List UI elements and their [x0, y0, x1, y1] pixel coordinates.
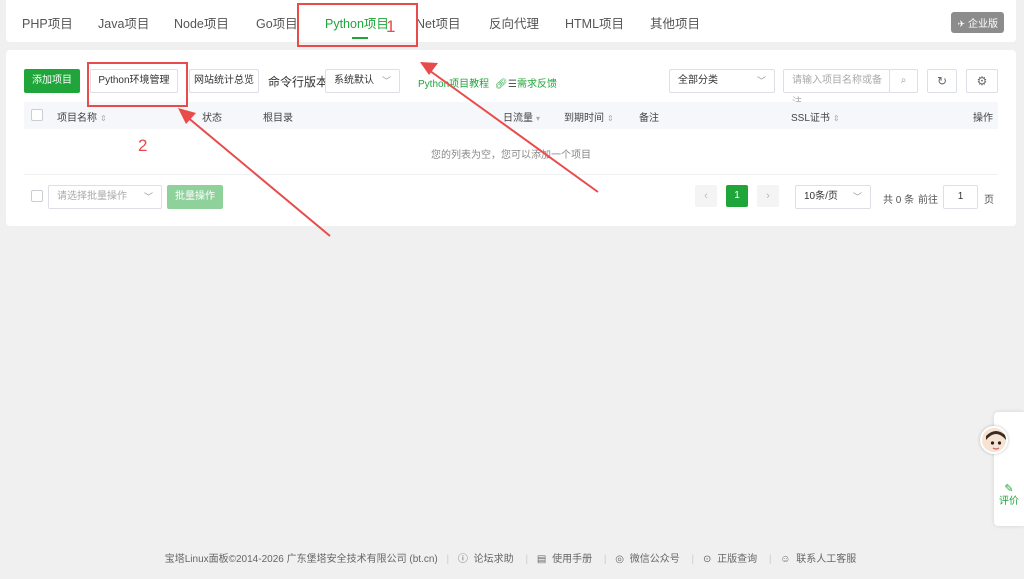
arrowhead-1	[420, 62, 438, 75]
arrow-1	[425, 67, 599, 193]
annotation-arrows	[178, 62, 599, 237]
arrow-2	[185, 115, 331, 237]
